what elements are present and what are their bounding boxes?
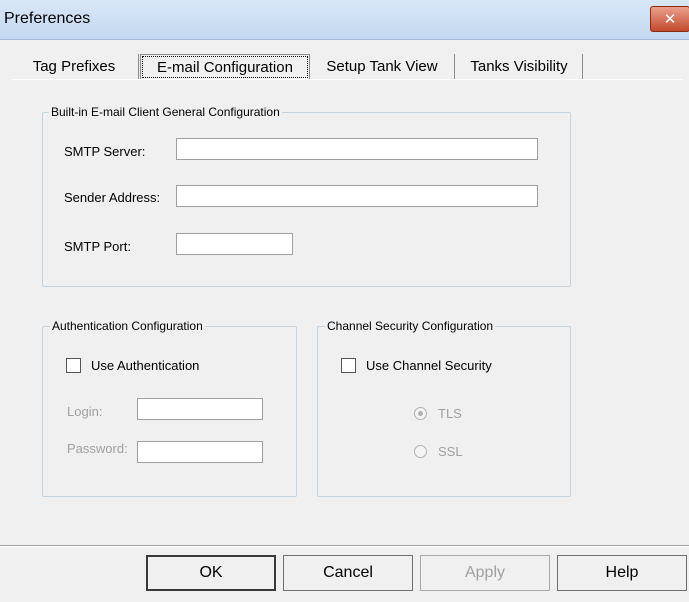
apply-button[interactable]: Apply [420, 555, 550, 591]
use-authentication-checkbox[interactable] [66, 358, 81, 373]
ok-button[interactable]: OK [146, 555, 276, 591]
tab-email-configuration[interactable]: E-mail Configuration [140, 54, 310, 80]
button-separator [0, 545, 689, 547]
window-title: Preferences [4, 10, 91, 27]
close-icon: ✕ [663, 11, 677, 28]
smtp-port-label: SMTP Port: [64, 239, 131, 254]
ssl-radio[interactable] [414, 445, 427, 458]
use-authentication-label: Use Authentication [91, 358, 200, 373]
help-button[interactable]: Help [557, 555, 687, 591]
preferences-dialog: Preferences ✕ Tag Prefixes E-mail Config… [0, 0, 689, 602]
ssl-label: SSL [438, 444, 463, 459]
use-channel-security-label: Use Channel Security [366, 358, 492, 373]
smtp-server-label: SMTP Server: [64, 144, 146, 159]
close-button[interactable]: ✕ [650, 6, 689, 32]
sender-address-input[interactable] [176, 185, 538, 207]
tls-label: TLS [438, 406, 462, 421]
login-input[interactable] [137, 398, 263, 420]
password-input[interactable] [137, 441, 263, 463]
title-bar: Preferences ✕ [0, 0, 689, 40]
tab-setup-tank-view[interactable]: Setup Tank View [310, 54, 455, 79]
cancel-button[interactable]: Cancel [283, 555, 413, 591]
channel-security-legend: Channel Security Configuration [325, 319, 496, 333]
tls-radio[interactable] [414, 407, 427, 420]
smtp-port-input[interactable] [176, 233, 293, 255]
tab-tag-prefixes[interactable]: Tag Prefixes [10, 54, 139, 79]
sender-address-label: Sender Address: [64, 190, 161, 205]
smtp-server-input[interactable] [176, 138, 538, 160]
general-config-legend: Built-in E-mail Client General Configura… [49, 105, 282, 119]
password-label: Password: [67, 441, 128, 456]
tab-strip-divider [12, 79, 683, 80]
login-label: Login: [67, 404, 103, 419]
authentication-legend: Authentication Configuration [50, 319, 205, 333]
use-channel-security-checkbox[interactable] [341, 358, 356, 373]
tab-tanks-visibility[interactable]: Tanks Visibility [456, 54, 583, 79]
